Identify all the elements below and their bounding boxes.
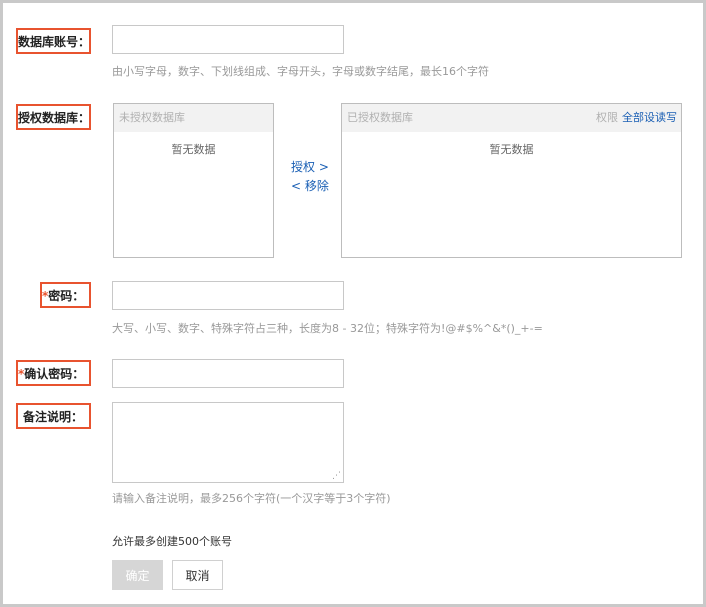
password-input[interactable] bbox=[112, 281, 344, 310]
remark-hint: 请输入备注说明，最多256个字符(一个汉字等于3个字符) bbox=[112, 492, 391, 505]
confirm-password-input[interactable] bbox=[112, 359, 344, 388]
unauthorized-db-header: 未授权数据库 bbox=[114, 104, 273, 132]
confirm-label-text: 确认密码： bbox=[24, 367, 85, 381]
resize-handle-icon[interactable]: ⋰ bbox=[332, 472, 341, 481]
account-label: 数据库账号： bbox=[16, 28, 91, 54]
remark-label: 备注说明： bbox=[16, 403, 91, 429]
confirm-password-label: *确认密码： bbox=[16, 360, 91, 386]
account-form-frame: 数据库账号： 由小写字母，数字、下划线组成、字母开头，字母或数字结尾，最长16个… bbox=[0, 0, 706, 607]
authorized-empty-text: 暂无数据 bbox=[489, 143, 534, 156]
remove-link[interactable]: < 移除 bbox=[291, 177, 329, 194]
permission-label: 权限 bbox=[596, 111, 618, 124]
account-limit-text: 允许最多创建500个账号 bbox=[112, 535, 232, 548]
unauthorized-empty-text: 暂无数据 bbox=[171, 143, 216, 156]
remark-textarea[interactable]: ⋰ bbox=[112, 402, 344, 483]
password-label-text: 密码： bbox=[48, 289, 85, 303]
authorized-db-header: 已授权数据库 权限 全部设读写 bbox=[342, 104, 681, 132]
auth-label: 授权数据库： bbox=[16, 104, 91, 130]
cancel-button[interactable]: 取消 bbox=[172, 560, 223, 590]
grant-link[interactable]: 授权 > bbox=[291, 158, 329, 175]
authorized-db-header-label: 已授权数据库 bbox=[347, 111, 413, 124]
account-hint: 由小写字母，数字、下划线组成、字母开头，字母或数字结尾，最长16个字符 bbox=[112, 65, 489, 78]
password-hint: 大写、小写、数字、特殊字符占三种，长度为8 - 32位；特殊字符为!@#$%^&… bbox=[112, 322, 543, 335]
confirm-button[interactable]: 确定 bbox=[112, 560, 163, 590]
password-label: *密码： bbox=[40, 282, 91, 308]
authorized-db-panel: 已授权数据库 权限 全部设读写 暂无数据 bbox=[341, 103, 682, 258]
set-all-readwrite-link[interactable]: 全部设读写 bbox=[622, 104, 677, 132]
account-input[interactable] bbox=[112, 25, 344, 54]
unauthorized-db-panel: 未授权数据库 暂无数据 bbox=[113, 103, 274, 258]
